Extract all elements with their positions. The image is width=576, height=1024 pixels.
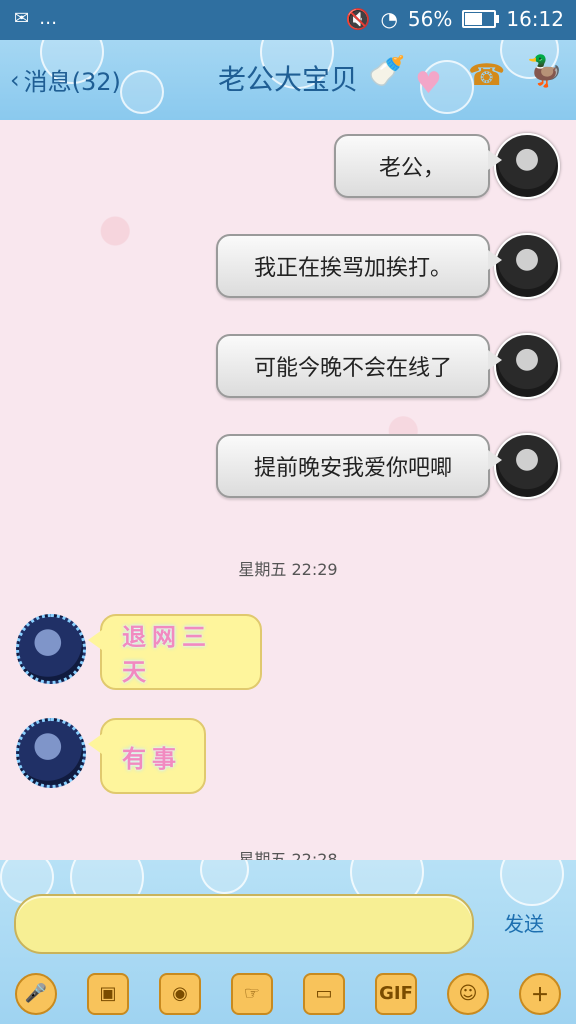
photo-icon[interactable]: ▣	[87, 972, 129, 1015]
emoji-icon[interactable]: ☺	[447, 972, 489, 1015]
duck-icon[interactable]: 🦆	[526, 54, 563, 89]
message-bubble[interactable]: 提前晚安我爱你吧唧	[216, 434, 502, 498]
avatar[interactable]	[494, 433, 560, 499]
hand-icon[interactable]: ☞	[231, 972, 273, 1015]
message-input[interactable]	[14, 894, 474, 954]
avatar[interactable]	[494, 333, 560, 399]
file-icon[interactable]: ▭	[303, 972, 345, 1015]
input-area: 发送 🎤 ▣ ◉ ☞ ▭ GIF ☺ ＋	[0, 860, 576, 1024]
avatar[interactable]	[494, 133, 560, 199]
mute-icon: 🔇	[345, 7, 371, 31]
gif-label: GIF	[379, 983, 413, 1004]
send-button[interactable]: 发送	[504, 908, 544, 937]
timestamp: 星期五 22:29	[238, 560, 338, 579]
gif-icon[interactable]: GIF	[375, 972, 417, 1015]
avatar[interactable]	[16, 718, 86, 788]
chat-area: 老公， 我正在挨骂加挨打。 可能今晚不会在线了 提前晚安我爱你吧唧 星期五 22…	[0, 120, 576, 860]
wechat-icon: ✉	[14, 8, 30, 29]
message-bubble[interactable]: 退网三天	[88, 614, 262, 690]
avatar[interactable]	[494, 233, 560, 299]
more-icon: …	[39, 8, 58, 29]
message-bubble[interactable]: 有事	[88, 718, 206, 794]
heart-icon: ♥	[415, 66, 442, 101]
clock: 16:12	[506, 7, 564, 31]
phone-icon[interactable]: ☎	[468, 58, 505, 93]
bottle-icon: 🍼	[368, 54, 406, 89]
timestamp: 星期五 22:28	[238, 850, 338, 860]
battery-icon	[462, 10, 500, 28]
message-bubble[interactable]: 可能今晚不会在线了	[216, 334, 502, 398]
message-bubble[interactable]: 我正在挨骂加挨打。	[216, 234, 502, 298]
plus-icon[interactable]: ＋	[519, 972, 561, 1015]
chat-header: ‹ 消息(32) 老公大宝贝 🍼 ♥ ☎ 🦆	[0, 40, 576, 120]
avatar[interactable]	[16, 614, 86, 684]
message-bubble[interactable]: 老公，	[334, 134, 502, 198]
status-bar: ✉ … 🔇 ◔ 56% 16:12	[0, 0, 576, 40]
battery-percent: 56%	[407, 7, 453, 31]
camera-icon[interactable]: ◉	[159, 972, 201, 1015]
mic-icon[interactable]: 🎤	[15, 972, 57, 1015]
toolbar: 🎤 ▣ ◉ ☞ ▭ GIF ☺ ＋	[0, 963, 576, 1024]
wifi-icon: ◔	[380, 7, 398, 31]
